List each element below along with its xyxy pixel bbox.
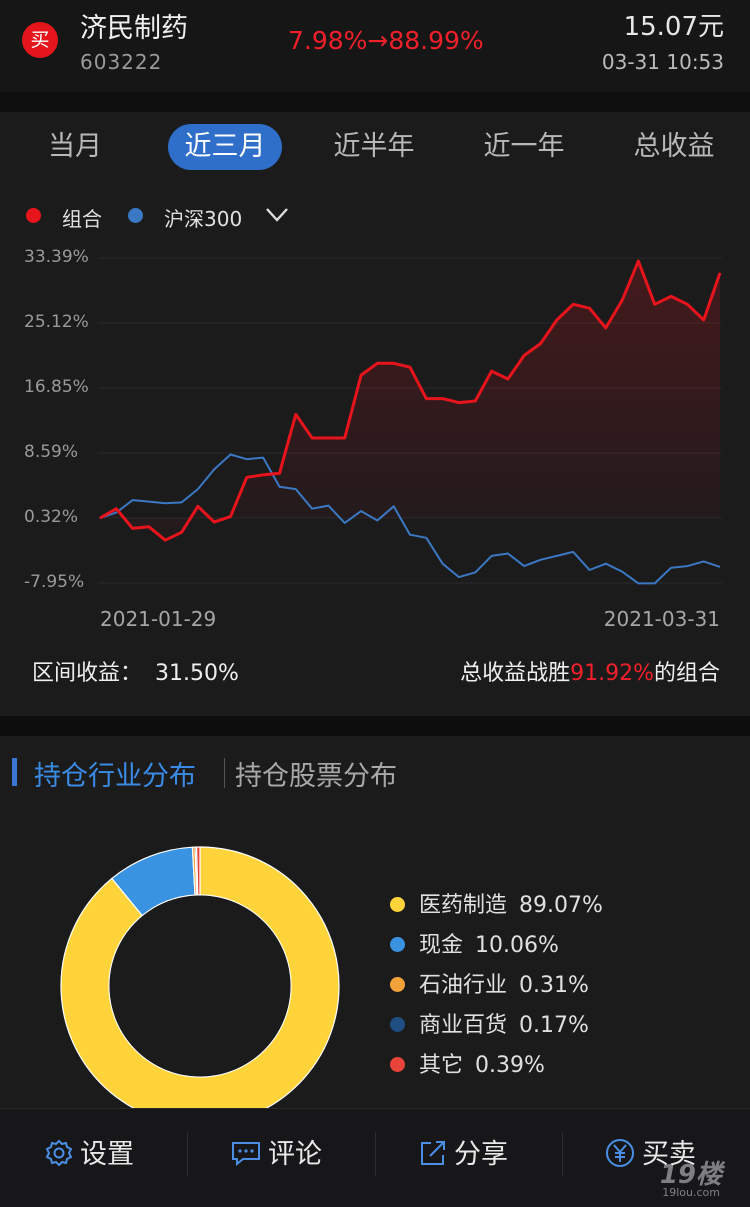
share-label: 分享 <box>454 1139 508 1170</box>
tab-stock-distribution[interactable]: 持仓股票分布 <box>235 754 397 793</box>
legend-name: 现金 <box>419 933 464 958</box>
legend-dot <box>390 896 405 912</box>
legend-dot <box>390 936 405 952</box>
legend-name: 商业百货 <box>419 1013 508 1038</box>
beat-prefix: 总收益战胜 <box>460 661 571 686</box>
settings-button[interactable]: 设置 <box>44 1130 134 1180</box>
nav-separator <box>187 1132 188 1176</box>
beat-percentage: 91.92% <box>570 661 654 686</box>
donut-hole <box>109 895 291 1077</box>
interval-return-value: 31.50% <box>155 661 239 686</box>
legend-percentage: 0.31% <box>519 973 589 998</box>
tab-half-year[interactable]: 近半年 <box>318 124 430 170</box>
legend-item: 其它 0.39% <box>390 1051 545 1081</box>
x-axis-start-date: 2021-01-29 <box>100 607 217 631</box>
nav-separator <box>562 1132 563 1176</box>
legend-dot <box>390 1016 405 1032</box>
industry-donut-chart <box>60 846 340 1108</box>
interval-return: 区间收益： 31.50% <box>32 655 239 687</box>
yen-icon <box>606 1138 634 1167</box>
donut-slice[interactable] <box>195 846 201 896</box>
legend-dot <box>390 976 405 992</box>
comment-icon <box>232 1141 260 1166</box>
nav-separator <box>375 1132 376 1176</box>
tab-total-return[interactable]: 总收益 <box>618 124 730 170</box>
watermark-url: 19lou.com <box>662 1186 720 1199</box>
tab-one-year[interactable]: 近一年 <box>468 124 580 170</box>
portfolio-area-fill <box>100 261 720 541</box>
legend-name: 其它 <box>419 1053 464 1078</box>
legend-percentage: 10.06% <box>475 933 559 958</box>
x-axis-end-date: 2021-03-31 <box>603 607 720 631</box>
benchmark-legend-dot <box>128 208 143 223</box>
tab-three-months[interactable]: 近三月 <box>168 124 282 170</box>
gear-icon <box>45 1139 73 1166</box>
stock-code: 603222 <box>80 50 163 74</box>
legend-percentage: 89.07% <box>519 893 603 918</box>
legend-name: 医药制造 <box>419 893 508 918</box>
interval-return-label: 区间收益： <box>32 661 143 686</box>
legend-percentage: 0.39% <box>475 1053 545 1078</box>
legend-item: 医药制造 89.07% <box>390 891 603 921</box>
legend-item: 现金 10.06% <box>390 931 559 961</box>
trade-price: 15.07元 <box>623 12 724 42</box>
legend-dot <box>390 1056 405 1072</box>
benchmark-legend-label: 沪深300 <box>164 207 243 231</box>
tab-industry-distribution[interactable]: 持仓行业分布 <box>34 754 196 793</box>
trade-time: 03-31 10:53 <box>601 50 724 74</box>
performance-line-chart <box>98 257 722 585</box>
period-tabs: 当月 近三月 近半年 近一年 总收益 <box>0 120 750 178</box>
position-change: 7.98%→88.99% <box>288 26 484 55</box>
share-icon <box>421 1140 445 1165</box>
stock-name: 济民制药 <box>80 13 188 44</box>
legend-item: 商业百货 0.17% <box>390 1011 589 1041</box>
portfolio-legend-dot <box>26 208 41 223</box>
portfolio-legend-label: 组合 <box>62 207 102 231</box>
settings-label: 设置 <box>80 1139 134 1170</box>
buy-badge[interactable]: 买 <box>22 22 58 58</box>
beat-portfolios: 总收益战胜91.92%的组合 <box>460 655 720 687</box>
section-tab-divider <box>224 758 225 788</box>
legend-name: 石油行业 <box>419 973 508 998</box>
section-gap <box>0 716 750 736</box>
legend-percentage: 0.17% <box>519 1013 589 1038</box>
comment-label: 评论 <box>268 1139 322 1170</box>
legend-item: 石油行业 0.31% <box>390 971 589 1001</box>
section-accent-bar <box>12 758 17 786</box>
benchmark-dropdown-chevron-icon[interactable] <box>264 205 290 225</box>
tab-current-month[interactable]: 当月 <box>26 124 124 170</box>
comment-button[interactable]: 评论 <box>230 1130 322 1180</box>
share-button[interactable]: 分享 <box>418 1130 508 1180</box>
beat-suffix: 的组合 <box>653 661 720 686</box>
